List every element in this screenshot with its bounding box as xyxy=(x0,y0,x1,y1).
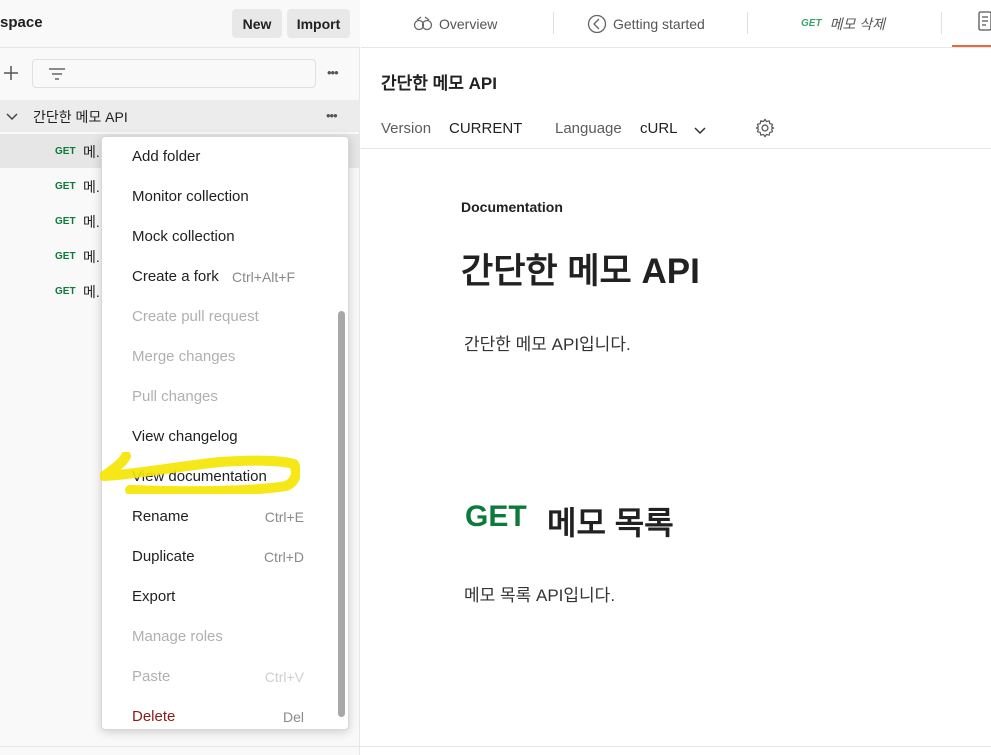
menu-item-label: Duplicate xyxy=(132,548,195,565)
more-options-icon[interactable]: ••• xyxy=(327,65,339,80)
menu-item-label: Paste xyxy=(132,668,171,685)
request-method: GET xyxy=(55,251,76,262)
plus-icon[interactable] xyxy=(2,64,20,82)
import-button[interactable]: Import xyxy=(287,9,350,38)
documentation-description: 간단한 메모 API입니다. xyxy=(464,335,631,354)
menu-item-label: Pull changes xyxy=(132,388,218,405)
sidebar-toolbar: ••• xyxy=(0,56,360,92)
menu-item-label: View documentation xyxy=(132,468,267,485)
tab-divider xyxy=(747,12,748,34)
menu-item-monitor-collection[interactable]: Monitor collection xyxy=(102,177,336,217)
menu-item-pull-changes: Pull changes xyxy=(102,377,336,417)
tab-overview[interactable]: Overview xyxy=(413,0,497,47)
documentation-heading: 간단한 메모 API xyxy=(461,252,700,291)
menu-item-export[interactable]: Export xyxy=(102,577,336,617)
menu-item-create-fork[interactable]: Create a fork Ctrl+Alt+F xyxy=(102,257,336,297)
menu-item-label: Create pull request xyxy=(132,308,259,325)
menu-item-label: View changelog xyxy=(132,428,238,445)
language-select[interactable]: cURL xyxy=(640,120,678,137)
tab-bar: Overview Getting started GET 메모 삭제 xyxy=(361,0,991,48)
menu-scrollbar[interactable] xyxy=(338,311,345,717)
chevron-down-icon[interactable] xyxy=(694,124,706,136)
endpoint-description: 메모 목록 API입니다. xyxy=(464,586,616,605)
menu-item-label: Manage roles xyxy=(132,628,223,645)
menu-item-add-folder[interactable]: Add folder xyxy=(102,137,336,177)
menu-item-label: Rename xyxy=(132,508,189,525)
tab-request-method: GET xyxy=(801,18,822,29)
request-name: 메. xyxy=(83,249,100,265)
gear-icon[interactable] xyxy=(754,117,776,139)
menu-item-label: Export xyxy=(132,588,176,605)
collection-more-icon[interactable]: ••• xyxy=(326,108,338,123)
request-name: 메. xyxy=(83,284,100,300)
getting-started-icon xyxy=(587,14,607,33)
workspace-header: space New Import xyxy=(0,0,360,48)
menu-item-manage-roles: Manage roles xyxy=(102,617,336,657)
overview-icon xyxy=(413,15,433,30)
endpoint-name[interactable]: 메모 목록 xyxy=(547,498,674,544)
menu-item-view-changelog[interactable]: View changelog xyxy=(102,417,336,457)
menu-item-label: Merge changes xyxy=(132,348,236,365)
documentation-section-label: Documentation xyxy=(461,199,563,215)
menu-item-create-pull-request: Create pull request xyxy=(102,297,336,337)
collection-row[interactable]: 간단한 메모 API ••• xyxy=(0,100,360,132)
menu-item-shortcut: Del xyxy=(282,709,304,725)
filter-icon xyxy=(49,68,65,80)
documentation-header: 간단한 메모 API Version CURRENT Language cURL xyxy=(361,48,991,149)
menu-item-merge-changes: Merge changes xyxy=(102,337,336,377)
menu-item-label: Create a fork xyxy=(132,268,219,285)
collection-title: 간단한 메모 API xyxy=(381,74,497,93)
new-button[interactable]: New xyxy=(232,9,282,38)
language-label: Language xyxy=(555,120,622,137)
menu-item-mock-collection[interactable]: Mock collection xyxy=(102,217,336,257)
workspace-name[interactable]: space xyxy=(0,14,43,31)
request-method: GET xyxy=(55,146,76,157)
menu-item-duplicate[interactable]: Duplicate Ctrl+D xyxy=(102,537,336,577)
version-select[interactable]: CURRENT xyxy=(449,120,522,137)
request-name: 메. xyxy=(83,179,100,195)
menu-item-rename[interactable]: Rename Ctrl+E xyxy=(102,497,336,537)
request-method: GET xyxy=(55,286,76,297)
tab-getting-started[interactable]: Getting started xyxy=(587,0,705,47)
version-label: Version xyxy=(381,120,432,137)
menu-item-paste: Paste Ctrl+V xyxy=(102,657,336,697)
tab-label: Getting started xyxy=(613,15,705,32)
chevron-down-icon[interactable] xyxy=(6,110,18,122)
request-name: 메. xyxy=(83,214,100,230)
endpoint-method: GET xyxy=(465,500,527,533)
status-bar-divider xyxy=(0,746,991,747)
document-icon[interactable] xyxy=(978,11,991,31)
menu-item-delete[interactable]: Delete Del xyxy=(102,697,336,729)
menu-item-shortcut: Ctrl+V xyxy=(264,669,304,685)
menu-item-view-documentation[interactable]: View documentation xyxy=(102,457,336,497)
menu-item-label: Add folder xyxy=(132,148,201,165)
tab-request-name: 메모 삭제 xyxy=(829,15,885,32)
tab-label: Overview xyxy=(439,15,498,32)
collection-name: 간단한 메모 API xyxy=(33,109,128,125)
menu-item-label: Delete xyxy=(132,708,176,725)
active-tab-indicator xyxy=(952,45,991,47)
filter-input[interactable] xyxy=(32,59,316,88)
tab-request[interactable]: GET 메모 삭제 xyxy=(801,0,885,47)
tab-divider xyxy=(553,12,554,34)
collection-context-menu: Add folder Monitor collection Mock colle… xyxy=(101,136,349,730)
menu-item-label: Mock collection xyxy=(132,228,235,245)
menu-item-shortcut: Ctrl+E xyxy=(264,509,304,525)
menu-item-label: Monitor collection xyxy=(132,188,249,205)
request-name: 메. xyxy=(83,144,100,160)
menu-item-shortcut: Ctrl+Alt+F xyxy=(232,269,296,285)
request-method: GET xyxy=(55,181,76,192)
tab-divider xyxy=(941,12,942,34)
menu-item-shortcut: Ctrl+D xyxy=(263,549,304,565)
request-method: GET xyxy=(55,216,76,227)
